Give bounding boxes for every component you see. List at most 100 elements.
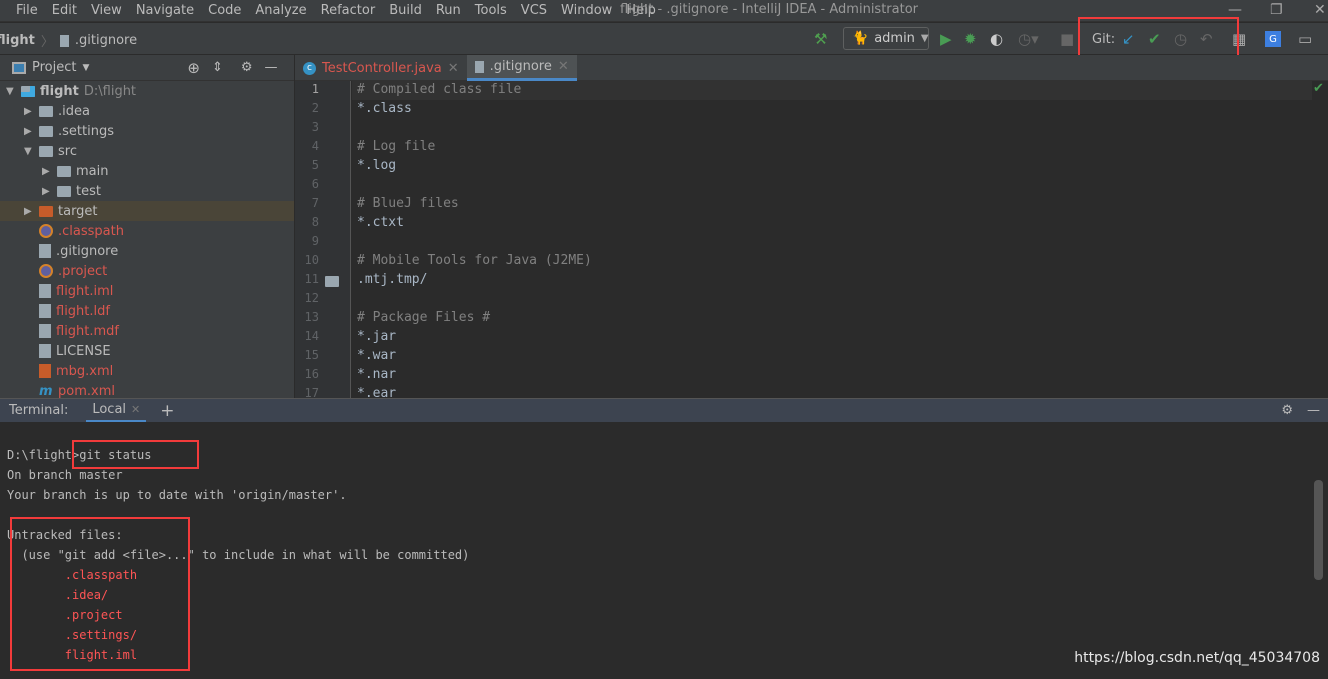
tab-testcontroller[interactable]: c TestController.java ✕ <box>295 55 467 81</box>
menu-run[interactable]: Run <box>429 3 468 18</box>
tree-item[interactable]: ▼ flight D:\flight <box>6 81 136 101</box>
new-terminal-button[interactable]: + <box>160 401 174 421</box>
chevron-down-icon[interactable]: ▼ <box>82 63 89 73</box>
project-panel-header: Project ▼ ⊕ ⇕ ⚙ — <box>0 55 294 81</box>
project-tree: ▼ flight D:\flight ▶ .idea ▶ .settings ▼ src ▶ mai… <box>0 81 294 398</box>
breadcrumb-project[interactable]: flight <box>0 33 35 48</box>
java-class-icon: c <box>303 61 316 75</box>
menu-vcs[interactable]: VCS <box>514 3 554 18</box>
menu-window[interactable]: Window <box>554 3 619 18</box>
project-view-selector[interactable]: Project <box>32 60 76 75</box>
close-window-button[interactable]: ✕ <box>1314 2 1326 18</box>
debug-icon[interactable]: ✹ <box>964 28 977 50</box>
build-hammer-icon[interactable]: ⚒ <box>814 28 827 50</box>
breadcrumb-file[interactable]: .gitignore <box>75 33 137 48</box>
folder-icon <box>325 276 339 287</box>
tree-item[interactable]: ▶ .settings <box>24 121 114 141</box>
excluded-folder-icon <box>39 205 53 217</box>
run-icon[interactable]: ▶ <box>940 28 952 50</box>
menu-edit[interactable]: Edit <box>45 3 84 18</box>
chevron-down-icon: ▼ <box>920 33 929 44</box>
file-icon <box>39 324 51 338</box>
close-icon[interactable]: ✕ <box>558 59 569 74</box>
tree-item[interactable]: .classpath <box>24 221 124 241</box>
terminal-window-icon[interactable]: ▭ <box>1298 28 1312 50</box>
code-editor[interactable]: 1 2 3 4 5 6 7 8 9 10 11 12 13 14 15 16 17 ✔ # Compiled c… <box>295 81 1328 398</box>
tree-item[interactable]: flight.ldf <box>24 301 110 321</box>
menu-analyze[interactable]: Analyze <box>248 3 313 18</box>
locate-icon[interactable]: ⊕ <box>187 59 200 77</box>
ignore-file-icon <box>474 60 484 73</box>
folder-icon <box>39 125 53 137</box>
highlight-git-command <box>72 440 199 469</box>
profile-icon[interactable]: ◷▾ <box>1018 28 1039 50</box>
terminal-header: Terminal: Local ✕ + ⚙ — <box>0 398 1328 423</box>
expand-arrow-icon[interactable]: ▼ <box>24 146 34 157</box>
tree-item[interactable]: m pom.xml <box>24 381 115 399</box>
menu-tools[interactable]: Tools <box>468 3 514 18</box>
xml-file-icon <box>39 364 51 378</box>
tree-item[interactable]: LICENSE <box>24 341 111 361</box>
gear-icon[interactable]: ⚙ <box>241 60 253 75</box>
folder-icon <box>57 165 71 177</box>
tree-item[interactable]: ▶ target <box>0 201 294 221</box>
run-config-dropdown[interactable]: 🐈 admin ▼ <box>843 27 929 50</box>
tab-gitignore[interactable]: .gitignore ✕ <box>466 55 577 81</box>
folder-icon <box>39 105 53 117</box>
tree-item-label: flight.iml <box>56 283 114 299</box>
tree-item-label: test <box>76 183 101 199</box>
tree-item-label: flight <box>40 83 79 99</box>
code-line: *.ctxt <box>357 215 404 230</box>
collapse-arrow-icon[interactable]: ▶ <box>24 126 34 137</box>
highlight-git-toolbar <box>1078 17 1239 59</box>
tree-item[interactable]: ▶ .idea <box>24 101 90 121</box>
tree-item[interactable]: flight.iml <box>24 281 113 301</box>
tree-item-label: mbg.xml <box>56 363 114 379</box>
hide-panel-icon[interactable]: — <box>265 60 278 75</box>
expand-arrow-icon[interactable]: ▼ <box>6 86 16 97</box>
code-line: *.jar <box>357 329 397 344</box>
coverage-icon[interactable]: ◐ <box>990 28 1003 50</box>
gear-icon[interactable]: ⚙ <box>1281 403 1293 418</box>
line-number: 3 <box>311 120 319 134</box>
close-icon[interactable]: ✕ <box>448 61 459 76</box>
code-line: # BlueJ files <box>357 196 459 211</box>
menu-file[interactable]: File <box>0 3 45 18</box>
menu-build[interactable]: Build <box>382 3 429 18</box>
stop-icon[interactable]: ■ <box>1060 28 1074 50</box>
menu-code[interactable]: Code <box>201 3 248 18</box>
minimize-button[interactable]: — <box>1228 2 1242 18</box>
collapse-arrow-icon[interactable]: ▶ <box>24 206 34 217</box>
tree-item[interactable]: .project <box>24 261 107 281</box>
tree-item-label: LICENSE <box>56 343 111 359</box>
menu-navigate[interactable]: Navigate <box>129 3 201 18</box>
terminal-title: Terminal: <box>9 403 69 418</box>
tree-item[interactable]: flight.mdf <box>24 321 119 341</box>
tree-item-label: .classpath <box>58 223 124 239</box>
terminal-tab-local[interactable]: Local ✕ <box>86 399 147 423</box>
collapse-arrow-icon[interactable]: ▶ <box>24 106 34 117</box>
line-number: 5 <box>311 158 319 172</box>
tree-item[interactable]: .gitignore <box>24 241 118 261</box>
code-line: *.ear <box>357 386 397 398</box>
restore-icon[interactable]: ❐ <box>1270 2 1283 18</box>
tree-item[interactable]: ▼ src <box>24 141 77 161</box>
tomcat-icon: 🐈 <box>852 31 869 46</box>
line-number: 6 <box>311 177 319 191</box>
menu-view[interactable]: View <box>84 3 129 18</box>
line-number: 12 <box>304 291 319 305</box>
collapse-arrow-icon[interactable]: ▶ <box>42 186 52 197</box>
tree-item[interactable]: mbg.xml <box>24 361 113 381</box>
close-icon[interactable]: ✕ <box>131 403 140 416</box>
tree-item[interactable]: ▶ main <box>42 161 108 181</box>
terminal-scrollbar[interactable] <box>1314 480 1323 580</box>
hide-panel-icon[interactable]: — <box>1307 403 1320 418</box>
collapse-arrow-icon[interactable]: ▶ <box>42 166 52 177</box>
translate-icon[interactable]: G <box>1265 31 1281 47</box>
code-line: *.class <box>357 101 412 116</box>
tree-item[interactable]: ▶ test <box>42 181 101 201</box>
collapse-all-icon[interactable]: ⇕ <box>212 60 223 75</box>
menu-refactor[interactable]: Refactor <box>314 3 383 18</box>
ignore-file-icon <box>59 34 69 47</box>
line-number: 13 <box>304 310 319 324</box>
